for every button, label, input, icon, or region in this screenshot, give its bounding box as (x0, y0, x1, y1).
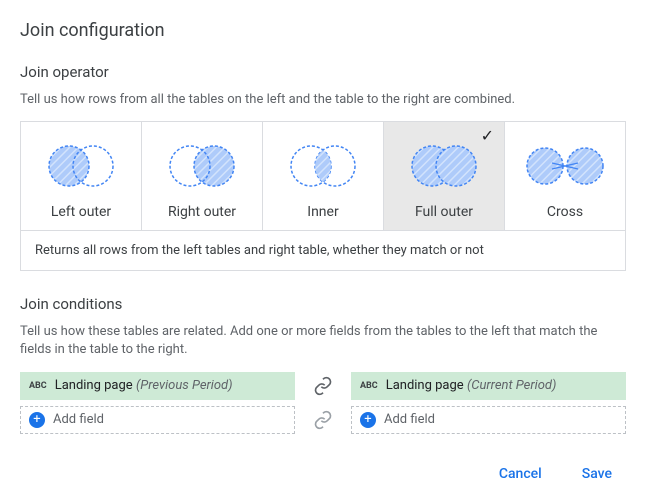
field-suffix: (Current Period) (467, 378, 556, 393)
join-option-full-outer[interactable]: ✓ Full outer (384, 122, 505, 230)
plus-icon: + (29, 412, 45, 428)
join-operator-selector: Left outer Right outer (20, 121, 626, 271)
join-option-label: Right outer (142, 204, 262, 220)
join-operator-description: Tell us how rows from all the tables on … (20, 91, 626, 109)
field-name: Landing page (386, 378, 464, 393)
field-name: Landing page (55, 378, 133, 393)
venn-cross-icon (505, 136, 625, 196)
join-option-label: Cross (505, 204, 625, 220)
link-icon (295, 410, 351, 430)
venn-right-outer-icon (142, 136, 262, 196)
dialog-actions: Cancel Save (20, 462, 626, 486)
add-field-label: Add field (53, 412, 104, 427)
link-icon (295, 376, 351, 396)
save-button[interactable]: Save (576, 462, 618, 486)
venn-left-outer-icon (21, 136, 141, 196)
add-right-field-button[interactable]: + Add field (351, 406, 626, 434)
join-option-left-outer[interactable]: Left outer (21, 122, 142, 230)
field-suffix: (Previous Period) (136, 378, 233, 393)
field-type-badge: ABC (360, 381, 378, 391)
add-left-field-button[interactable]: + Add field (20, 406, 295, 434)
plus-icon: + (360, 412, 376, 428)
condition-left-field[interactable]: ABC Landing page (Previous Period) (20, 372, 295, 400)
cancel-button[interactable]: Cancel (493, 462, 548, 486)
join-option-right-outer[interactable]: Right outer (142, 122, 263, 230)
join-option-inner[interactable]: Inner (263, 122, 384, 230)
join-option-cross[interactable]: Cross (505, 122, 625, 230)
join-conditions-description: Tell us how these tables are related. Ad… (20, 323, 626, 359)
join-operator-heading: Join operator (20, 63, 626, 81)
join-conditions-heading: Join conditions (20, 295, 626, 313)
check-icon: ✓ (481, 126, 494, 145)
selected-operator-description: Returns all rows from the left tables an… (21, 230, 625, 270)
condition-right-field[interactable]: ABC Landing page (Current Period) (351, 372, 626, 400)
page-title: Join configuration (20, 20, 626, 41)
join-condition-row: ABC Landing page (Previous Period) ABC L… (20, 372, 626, 400)
join-option-label: Inner (263, 204, 383, 220)
venn-inner-icon (263, 136, 383, 196)
join-option-label: Full outer (384, 204, 504, 220)
field-type-badge: ABC (29, 381, 47, 391)
join-option-label: Left outer (21, 204, 141, 220)
add-field-label: Add field (384, 412, 435, 427)
venn-full-outer-icon (384, 136, 504, 196)
join-condition-add-row: + Add field + Add field (20, 406, 626, 434)
